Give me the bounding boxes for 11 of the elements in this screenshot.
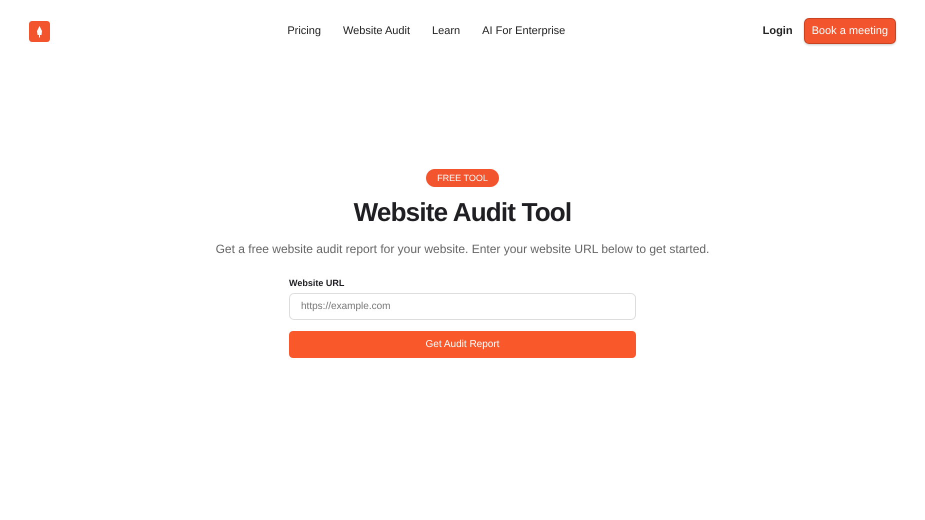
page-title: Website Audit Tool bbox=[354, 197, 572, 228]
url-field[interactable]: https://example.com bbox=[289, 293, 636, 320]
login-link[interactable]: Login bbox=[762, 25, 793, 37]
nav-link[interactable]: Pricing bbox=[287, 25, 321, 37]
nav-link[interactable]: Learn bbox=[432, 25, 460, 37]
nav-link[interactable]: AI For Enterprise bbox=[482, 25, 566, 37]
subtitle: Get a free website audit report for your website. Enter your website URL below to get started. bbox=[216, 242, 710, 256]
logo-icon[interactable] bbox=[29, 20, 50, 42]
nav-link[interactable]: Website Audit bbox=[342, 25, 410, 37]
field-label: Website URL bbox=[289, 278, 346, 288]
badge: FREE TOOL bbox=[426, 169, 499, 187]
